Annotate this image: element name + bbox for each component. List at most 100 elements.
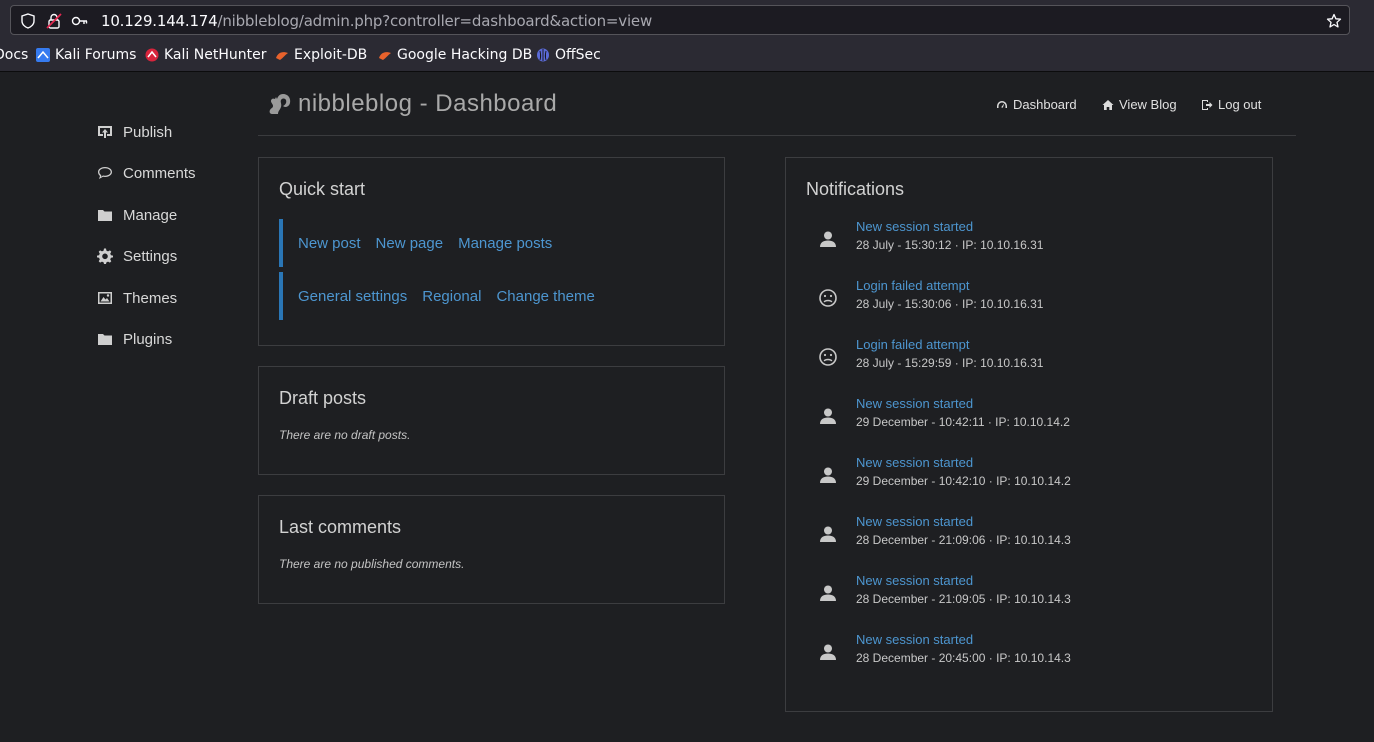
new-page-link[interactable]: New page	[376, 235, 444, 252]
notification-detail: 28 July - 15:30:06 · IP: 10.10.16.31	[856, 297, 1044, 311]
bookmark-kali-nethunter[interactable]: Kali NetHunter	[145, 47, 266, 63]
notification-item: Login failed attempt 28 July - 15:30:06 …	[806, 278, 1246, 318]
page-title-text: nibbleblog - Dashboard	[298, 90, 558, 117]
notification-title-link[interactable]: Login failed attempt	[856, 278, 969, 293]
bookmark-offsec[interactable]: OffSec	[536, 47, 601, 63]
sidebar-item-label: Settings	[123, 247, 178, 265]
nav-view-blog[interactable]: View Blog	[1102, 97, 1177, 112]
empty-message: There are no published comments.	[279, 557, 465, 571]
notification-title-link[interactable]: Login failed attempt	[856, 337, 969, 352]
nav-label: Log out	[1218, 97, 1262, 112]
publish-icon	[98, 126, 112, 138]
page-title: nibbleblog - Dashboard	[266, 88, 557, 120]
notification-detail: 28 December - 21:09:06 · IP: 10.10.14.3	[856, 533, 1071, 547]
user-icon	[820, 408, 836, 424]
folder-icon	[98, 210, 112, 221]
notification-item: New session started 28 July - 15:30:12 ·…	[806, 219, 1246, 259]
notification-detail: 28 December - 20:45:00 · IP: 10.10.14.3	[856, 651, 1071, 665]
squirrel-logo-icon	[269, 94, 291, 114]
sidebar-item-themes[interactable]: Themes	[97, 286, 177, 310]
key-icon[interactable]	[71, 12, 89, 30]
sidebar-item-label: Comments	[123, 164, 196, 182]
panel-title: Draft posts	[279, 388, 367, 408]
nav-dashboard[interactable]: Dashboard	[996, 97, 1077, 112]
frown-icon	[819, 289, 837, 307]
bookmark-docs[interactable]: Docs	[0, 47, 28, 63]
kali-forums-icon	[36, 48, 50, 62]
notification-detail: 28 July - 15:29:59 · IP: 10.10.16.31	[856, 356, 1044, 370]
sidebar-item-comments[interactable]: Comments	[97, 161, 196, 185]
bookmark-google-hacking-db[interactable]: Google Hacking DB	[378, 47, 532, 63]
home-icon	[1102, 99, 1114, 110]
notification-item: New session started 29 December - 10:42:…	[806, 396, 1246, 436]
general-settings-link[interactable]: General settings	[298, 288, 407, 305]
quick-start-row: New post New page Manage posts	[279, 219, 709, 267]
logout-icon	[1202, 99, 1213, 110]
user-icon	[820, 231, 836, 247]
url-bar[interactable]: 10.129.144.174/nibbleblog/admin.php?cont…	[10, 5, 1350, 35]
bookmarks-toolbar: Docs Kali Forums Kali NetHunter Exploit-…	[0, 40, 1374, 72]
folder-icon	[98, 334, 112, 345]
browser-toolbar: 10.129.144.174/nibbleblog/admin.php?cont…	[0, 0, 1374, 40]
change-theme-link[interactable]: Change theme	[496, 288, 594, 305]
last-comments-panel: Last comments There are no published com…	[258, 495, 725, 604]
notification-item: Login failed attempt 28 July - 15:29:59 …	[806, 337, 1246, 377]
quick-start-panel: Quick start New post New page Manage pos…	[258, 157, 725, 346]
notification-detail: 29 December - 10:42:10 · IP: 10.10.14.2	[856, 474, 1071, 488]
notifications-panel: Notifications New session started 28 Jul…	[785, 157, 1273, 712]
sidebar-item-label: Themes	[123, 289, 178, 307]
panel-title: Notifications	[806, 179, 905, 199]
bookmark-kali-forums[interactable]: Kali Forums	[36, 47, 136, 63]
notification-item: New session started 28 December - 21:09:…	[806, 573, 1246, 613]
nav-log-out[interactable]: Log out	[1201, 97, 1261, 112]
notification-title-link[interactable]: New session started	[856, 632, 973, 647]
notification-detail: 28 December - 21:09:05 · IP: 10.10.14.3	[856, 592, 1071, 606]
bookmark-star-icon[interactable]	[1325, 12, 1343, 30]
image-icon	[98, 292, 112, 304]
manage-posts-link[interactable]: Manage posts	[458, 235, 552, 252]
panel-title: Quick start	[279, 179, 366, 199]
insecure-lock-icon[interactable]	[45, 12, 63, 30]
header-divider	[258, 135, 1296, 136]
sidebar-item-settings[interactable]: Settings	[97, 244, 177, 268]
notification-title-link[interactable]: New session started	[856, 219, 973, 234]
comment-icon	[98, 167, 112, 179]
nav-label: Dashboard	[1013, 97, 1077, 112]
notification-detail: 29 December - 10:42:11 · IP: 10.10.14.2	[856, 415, 1070, 429]
offsec-icon	[537, 48, 549, 62]
notification-title-link[interactable]: New session started	[856, 455, 973, 470]
nethunter-icon	[145, 48, 159, 62]
empty-message: There are no draft posts.	[279, 428, 411, 442]
sidebar-item-publish[interactable]: Publish	[97, 120, 172, 144]
notification-detail: 28 July - 15:30:12 · IP: 10.10.16.31	[856, 238, 1044, 252]
new-post-link[interactable]: New post	[298, 235, 361, 252]
sidebar-item-label: Publish	[123, 123, 173, 141]
draft-posts-panel: Draft posts There are no draft posts.	[258, 366, 725, 475]
panel-title: Last comments	[279, 517, 402, 537]
shield-icon[interactable]	[19, 12, 37, 30]
ghdb-icon	[379, 52, 391, 60]
quick-start-row: General settings Regional Change theme	[279, 272, 709, 320]
notification-item: New session started 28 December - 21:09:…	[806, 514, 1246, 554]
user-icon	[820, 585, 836, 601]
sidebar-item-plugins[interactable]: Plugins	[97, 327, 172, 351]
notification-title-link[interactable]: New session started	[856, 514, 973, 529]
notification-item: New session started 28 December - 20:45:…	[806, 632, 1246, 672]
regional-link[interactable]: Regional	[422, 288, 481, 305]
sidebar-item-label: Plugins	[123, 330, 173, 348]
user-icon	[820, 526, 836, 542]
notification-item: New session started 29 December - 10:42:…	[806, 455, 1246, 495]
notification-title-link[interactable]: New session started	[856, 573, 973, 588]
exploit-db-icon	[276, 52, 288, 60]
notification-title-link[interactable]: New session started	[856, 396, 973, 411]
dashboard-icon	[997, 100, 1007, 108]
frown-icon	[819, 348, 837, 366]
sidebar-item-label: Manage	[123, 206, 178, 224]
user-icon	[820, 467, 836, 483]
gear-icon	[97, 248, 113, 264]
nav-label: View Blog	[1119, 97, 1177, 112]
user-icon	[820, 644, 836, 660]
url-text[interactable]: 10.129.144.174/nibbleblog/admin.php?cont…	[101, 12, 652, 30]
bookmark-exploit-db[interactable]: Exploit-DB	[275, 47, 367, 63]
sidebar-item-manage[interactable]: Manage	[97, 203, 177, 227]
